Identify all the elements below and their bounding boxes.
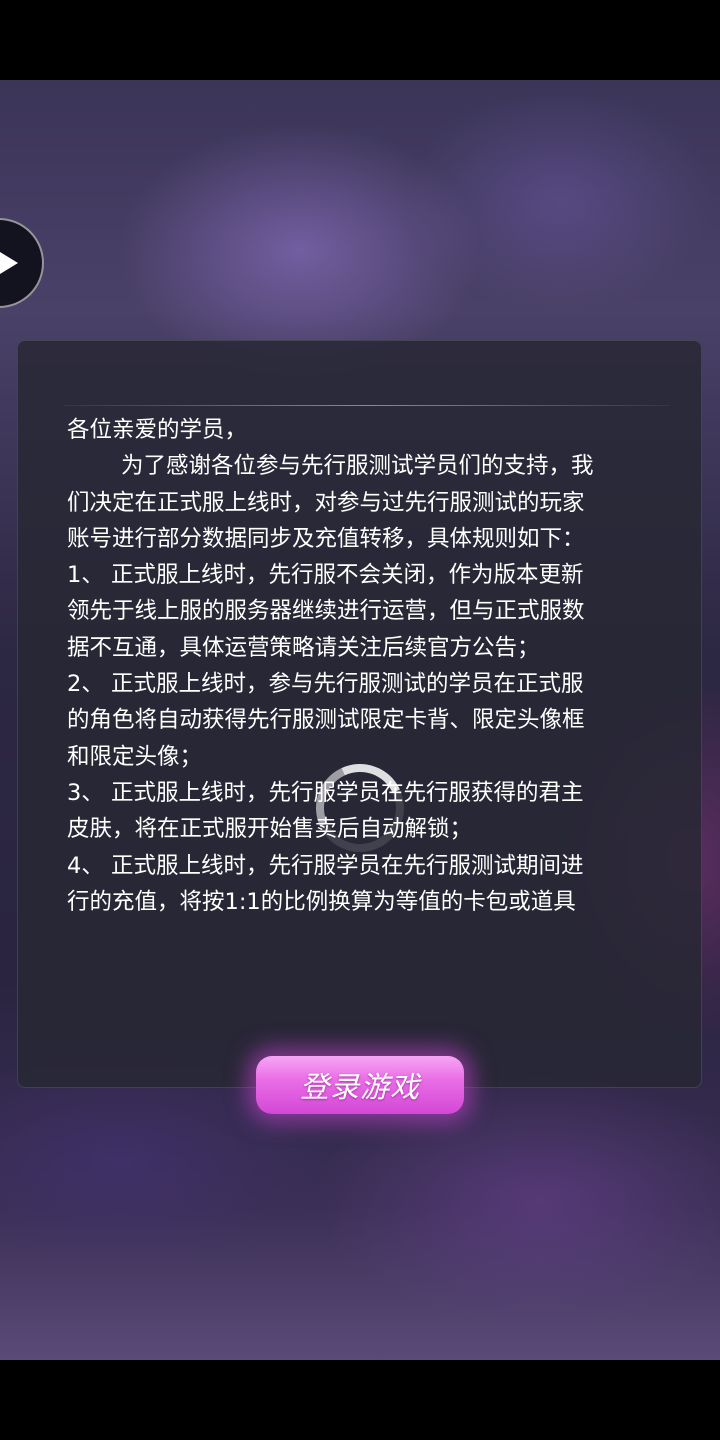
notice-line: 2、 正式服上线时，参与先行服测试的学员在正式服	[67, 671, 584, 698]
play-icon	[0, 252, 18, 274]
notice-line: 为了感谢各位参与先行服测试学员们的支持，我	[121, 453, 594, 480]
game-background: 各位亲爱的学员， 为了感谢各位参与先行服测试学员们的支持，我 们决定在正式服上线…	[0, 80, 720, 1360]
notice-line: 领先于线上服的服务器继续进行运营，但与正式服数	[67, 598, 585, 625]
notice-line: 账号进行部分数据同步及充值转移，具体规则如下：	[67, 525, 585, 552]
login-game-button[interactable]: 登录游戏	[256, 1056, 464, 1114]
play-button[interactable]	[0, 218, 44, 308]
panel-divider	[64, 405, 670, 406]
notice-line: 各位亲爱的学员，	[67, 417, 248, 443]
notice-line: 1、 正式服上线时，先行服不会关闭，作为版本更新	[67, 562, 584, 589]
notice-line: 行的充值，将按1:1的比例换算为等值的卡包或道具	[67, 888, 576, 915]
notice-line: 4、 正式服上线时，先行服学员在先行服测试期间进	[67, 852, 584, 879]
notice-line: 据不互通，具体运营策略请关注后续官方公告；	[67, 634, 540, 661]
notice-panel: 各位亲爱的学员， 为了感谢各位参与先行服测试学员们的支持，我 们决定在正式服上线…	[17, 340, 702, 1088]
notice-line: 的角色将自动获得先行服测试限定卡背、限定头像框	[67, 707, 585, 734]
notice-line: 们决定在正式服上线时，对参与过先行服测试的玩家	[67, 489, 585, 516]
screen: 各位亲爱的学员， 为了感谢各位参与先行服测试学员们的支持，我 们决定在正式服上线…	[0, 0, 720, 1440]
login-game-label: 登录游戏	[299, 1070, 420, 1104]
